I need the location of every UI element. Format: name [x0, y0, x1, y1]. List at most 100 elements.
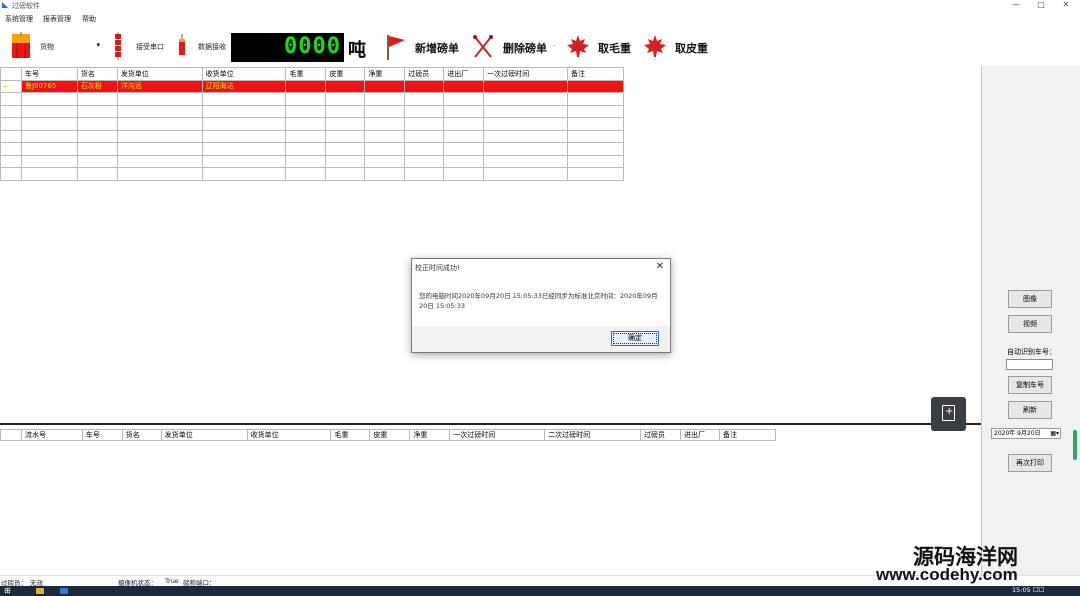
column-header[interactable]: 备注	[567, 67, 624, 81]
table-cell[interactable]	[201, 129, 287, 143]
table-cell[interactable]	[201, 154, 287, 168]
date-picker[interactable]: 2020年 9月20日 ▦▾	[991, 428, 1061, 439]
column-header[interactable]: 车号	[20, 67, 78, 81]
column-header[interactable]: 毛重	[285, 67, 327, 81]
dialog-close-icon[interactable]: ✕	[656, 261, 664, 272]
column-header[interactable]: 收货单位	[201, 67, 287, 81]
table-cell[interactable]	[285, 167, 327, 181]
table-cell[interactable]: 洋沟远	[116, 79, 203, 93]
table-row[interactable]: ▸ 鲁J90765 石灰粉 洋沟远 辽阳海达	[0, 79, 624, 93]
table-cell[interactable]	[483, 142, 569, 156]
column-header[interactable]: 进出厂	[680, 429, 720, 441]
column-header[interactable]: 货名	[121, 429, 162, 441]
table-cell[interactable]	[285, 129, 327, 143]
reprint-button[interactable]: 再次打印	[1008, 454, 1052, 472]
serial-port-button[interactable]: 接受串口	[136, 42, 164, 52]
table-cell[interactable]	[76, 92, 118, 106]
delete-ticket-button[interactable]: 删除磅单	[503, 40, 547, 56]
table-cell[interactable]	[364, 167, 406, 181]
table-cell[interactable]	[567, 79, 624, 93]
data-receive-button[interactable]: 数据接收	[198, 42, 226, 52]
table-cell[interactable]	[404, 79, 445, 93]
maximize-button[interactable]: □	[1031, 0, 1051, 10]
table-row[interactable]	[0, 154, 624, 168]
table-cell[interactable]	[116, 117, 203, 131]
table-cell[interactable]	[325, 129, 366, 143]
table-cell[interactable]	[20, 167, 78, 181]
column-header[interactable]: 净重	[364, 67, 406, 81]
table-row[interactable]	[0, 142, 624, 156]
table-cell[interactable]	[116, 129, 203, 143]
goods-select[interactable]: ▾	[58, 40, 102, 52]
table-cell[interactable]	[404, 142, 445, 156]
column-header[interactable]: 一次过磅时间	[483, 67, 569, 81]
table-cell[interactable]: 石灰粉	[76, 79, 118, 93]
table-cell[interactable]	[483, 79, 569, 93]
delete-dropdown-dot[interactable]: ·	[553, 42, 555, 50]
photo-button[interactable]: 图像	[1008, 290, 1052, 308]
video-button[interactable]: 视频	[1008, 315, 1052, 333]
table-cell[interactable]	[285, 154, 327, 168]
table-cell[interactable]	[116, 167, 203, 181]
table-cell[interactable]	[567, 104, 624, 118]
menu-item-help[interactable]: 帮助	[82, 14, 96, 24]
table-cell[interactable]	[404, 167, 445, 181]
table-cell[interactable]	[325, 154, 366, 168]
table-cell[interactable]	[20, 154, 78, 168]
table-cell[interactable]	[443, 167, 485, 181]
table-row[interactable]	[0, 167, 624, 181]
table-cell[interactable]	[404, 154, 445, 168]
table-cell[interactable]	[567, 117, 624, 131]
table-cell[interactable]	[404, 104, 445, 118]
table-cell[interactable]	[116, 154, 203, 168]
windows-start-icon[interactable]: ⊞	[4, 587, 11, 595]
table-row[interactable]	[0, 129, 624, 143]
row-header[interactable]	[0, 92, 22, 106]
table-cell[interactable]	[325, 104, 366, 118]
column-header[interactable]: 二次过磅时间	[544, 429, 642, 441]
table-cell[interactable]	[285, 79, 327, 93]
scrollbar-thumb[interactable]	[1073, 430, 1077, 460]
table-cell[interactable]	[20, 104, 78, 118]
menu-item-reports[interactable]: 报表管理	[43, 14, 71, 24]
table-cell[interactable]	[443, 104, 485, 118]
table-cell[interactable]	[201, 104, 287, 118]
add-ticket-button[interactable]: 新增磅单	[415, 40, 459, 56]
table-cell[interactable]	[364, 129, 406, 143]
table-cell[interactable]	[483, 167, 569, 181]
table-cell[interactable]: 辽阳海达	[201, 79, 287, 93]
table-cell[interactable]	[76, 104, 118, 118]
new-document-button[interactable]	[931, 397, 966, 431]
table-cell[interactable]	[325, 167, 366, 181]
column-header[interactable]: 进出厂	[443, 67, 485, 81]
menu-item-system[interactable]: 系统管理	[5, 14, 33, 24]
table-cell[interactable]	[201, 167, 287, 181]
calendar-icon[interactable]: ▦▾	[1050, 429, 1059, 438]
table-cell[interactable]	[325, 117, 366, 131]
close-button[interactable]: ✕	[1056, 0, 1076, 10]
column-header[interactable]: 流水号	[20, 429, 83, 441]
minimize-button[interactable]: —	[1006, 0, 1026, 10]
row-header[interactable]: ▸	[0, 79, 22, 93]
table-cell[interactable]	[20, 142, 78, 156]
column-header[interactable]: 车号	[81, 429, 123, 441]
row-header[interactable]	[0, 117, 22, 131]
table-cell[interactable]	[404, 92, 445, 106]
table-cell[interactable]	[567, 154, 624, 168]
table-cell[interactable]	[364, 117, 406, 131]
table-cell[interactable]	[404, 129, 445, 143]
table-cell[interactable]: 鲁J90765	[20, 79, 78, 93]
table-cell[interactable]	[443, 92, 485, 106]
table-cell[interactable]	[364, 104, 406, 118]
table-cell[interactable]	[76, 142, 118, 156]
table-cell[interactable]	[567, 129, 624, 143]
table-cell[interactable]	[364, 154, 406, 168]
table-cell[interactable]	[483, 117, 569, 131]
table-cell[interactable]	[116, 92, 203, 106]
column-header[interactable]: 毛重	[330, 429, 371, 441]
table-cell[interactable]	[285, 142, 327, 156]
table-cell[interactable]	[364, 92, 406, 106]
row-header[interactable]	[0, 167, 22, 181]
table-cell[interactable]	[325, 92, 366, 106]
row-header[interactable]	[0, 142, 22, 156]
